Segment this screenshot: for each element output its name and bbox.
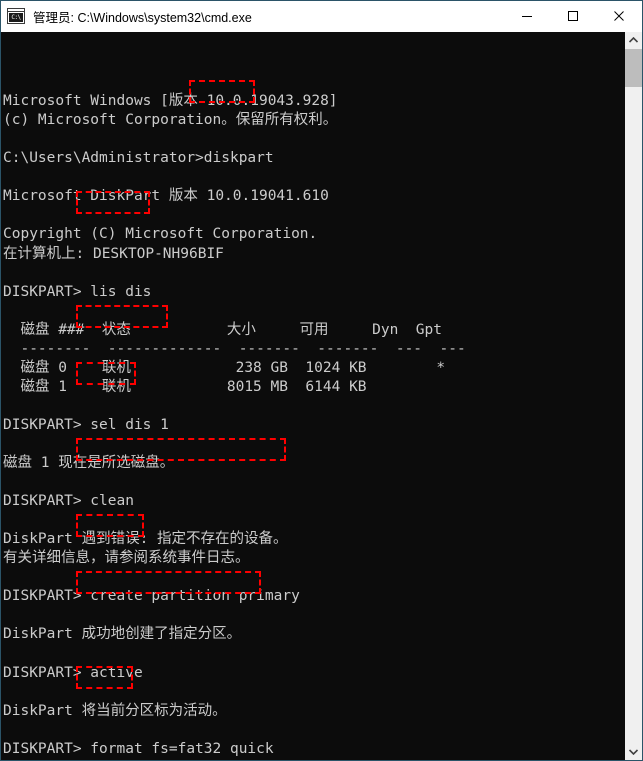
scroll-down-arrow-icon[interactable] (625, 743, 642, 760)
console-line: DISKPART> create partition primary (3, 588, 300, 605)
console-line: 磁盘 1 现在是所选磁盘。 (3, 455, 175, 472)
cmd-icon-titlebar (8, 9, 24, 12)
close-button[interactable] (596, 1, 642, 31)
console-line: 有关详细信息，请参阅系统事件日志。 (3, 550, 250, 567)
maximize-button[interactable] (550, 1, 596, 31)
scrollbar-track[interactable] (625, 49, 642, 743)
scrollbar-thumb[interactable] (625, 49, 642, 87)
vertical-scrollbar[interactable] (624, 32, 642, 760)
console-line: 磁盘 0 联机 238 GB 1024 KB * (3, 359, 446, 376)
console-line: 在计算机上: DESKTOP-NH96BIF (3, 245, 224, 262)
console-line: -------- ------------- ------- ------- -… (3, 340, 466, 357)
console-line: C:\Users\Administrator>diskpart (3, 150, 274, 167)
window-title: 管理员: C:\Windows\system32\cmd.exe (33, 10, 252, 25)
console-line: 磁盘 1 联机 8015 MB 6144 KB (3, 378, 367, 395)
console-line: (c) Microsoft Corporation。保留所有权利。 (3, 112, 338, 129)
console-line: DISKPART> sel dis 1 (3, 416, 169, 433)
minimize-button[interactable] (504, 1, 550, 31)
title-bar[interactable]: C:\ 管理员: C:\Windows\system32\cmd.exe (1, 1, 642, 32)
scroll-up-arrow-icon[interactable] (625, 32, 642, 49)
window-controls (504, 1, 642, 31)
console-line: DISKPART> format fs=fat32 quick (3, 740, 274, 757)
console-line: DISKPART> clean (3, 493, 134, 510)
console-line: DiskPart 遇到错误: 指定不存在的设备。 (3, 531, 288, 548)
console-line: Microsoft DiskPart 版本 10.0.19041.610 (3, 188, 329, 205)
cmd-console-icon: C:\ (7, 8, 25, 24)
console-line: DiskPart 将当前分区标为活动。 (3, 702, 227, 719)
console-line: DISKPART> lis dis (3, 283, 152, 300)
console-line: DiskPart 成功地创建了指定分区。 (3, 626, 242, 643)
console-output[interactable]: Microsoft Windows [版本 10.0.19043.928] (c)… (1, 32, 624, 760)
console-line: 磁盘 ### 状态 大小 可用 Dyn Gpt (3, 321, 442, 338)
console-line: Copyright (C) Microsoft Corporation. (3, 226, 318, 243)
terminal-area[interactable]: Microsoft Windows [版本 10.0.19043.928] (c)… (1, 32, 642, 760)
console-line: Microsoft Windows [版本 10.0.19043.928] (3, 93, 338, 110)
console-line: DISKPART> active (3, 664, 143, 681)
cmd-icon-screen-glyph: C:\ (9, 13, 23, 22)
command-prompt-window: C:\ 管理员: C:\Windows\system32\cmd.exe Mic… (0, 0, 643, 761)
